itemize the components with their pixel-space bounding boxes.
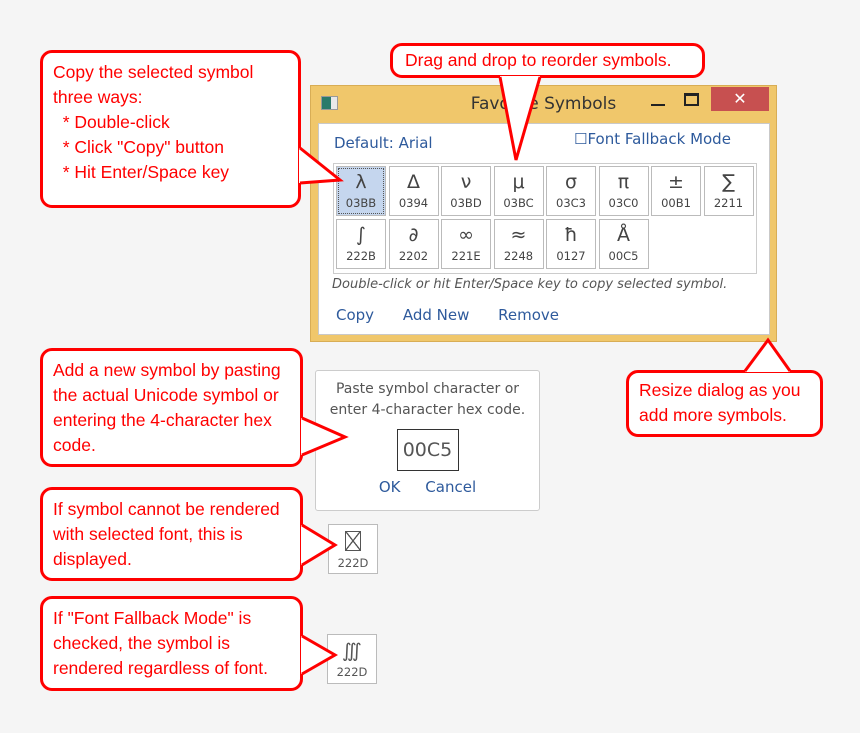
maximize-button[interactable] <box>684 93 699 106</box>
symbol-glyph: ∭ <box>341 640 363 662</box>
symbol-glyph: Å <box>617 224 630 246</box>
symbol-code: 0394 <box>398 196 429 210</box>
symbol-code: 0127 <box>556 249 586 263</box>
symbol-code: 2248 <box>503 249 534 263</box>
symbol-glyph: σ <box>564 171 578 193</box>
copy-button[interactable]: Copy <box>336 306 374 324</box>
symbol-code: 221E <box>451 249 481 263</box>
symbol-glyph: ∑ <box>722 171 735 193</box>
symbol-cell[interactable]: ν 03BD <box>441 166 491 216</box>
default-font-label: Default: Arial <box>334 134 433 152</box>
symbol-code: 00B1 <box>661 196 691 210</box>
symbol-code: 03BD <box>450 196 482 210</box>
symbol-cell[interactable]: π 03C0 <box>598 166 649 216</box>
symbol-glyph: μ <box>512 171 525 193</box>
cancel-button[interactable]: Cancel <box>425 478 476 496</box>
symbol-cell[interactable]: μ 03BC <box>493 166 544 216</box>
missing-glyph-icon <box>345 531 361 551</box>
callout-copy: Copy the selected symbol three ways: * D… <box>40 50 301 208</box>
minimize-button[interactable] <box>651 104 665 106</box>
symbol-cell[interactable]: ∑ 2211 <box>703 166 754 216</box>
symbol-code: 03C3 <box>556 196 586 210</box>
symbol-cell[interactable]: λ 03BB <box>336 166 386 216</box>
symbol-cell[interactable]: ∫ 222B <box>336 219 386 269</box>
callout-fallback: If "Font Fallback Mode" is checked, the … <box>40 596 303 691</box>
dialog-title: Favorite Symbols <box>470 94 617 114</box>
symbol-glyph: λ <box>355 171 367 193</box>
symbol-cell[interactable]: Δ 0394 <box>388 166 439 216</box>
symbol-glyph: ± <box>668 171 684 193</box>
symbol-cell[interactable]: σ 03C3 <box>546 166 596 216</box>
fallback-glyph-example: ∭ 222D <box>327 634 377 684</box>
hint-text: Double-click or hit Enter/Space key to c… <box>332 277 728 292</box>
symbol-glyph: π <box>617 171 630 193</box>
symbol-cell[interactable]: ∂ 2202 <box>388 219 439 269</box>
callout-add: Add a new symbol by pasting the actual U… <box>40 348 303 467</box>
symbol-grid: λ 03BB Δ 0394 ν 03BD μ 03BC σ 03C3 π 03C0 ±00B1 ∑ 2211… <box>333 163 757 274</box>
symbol-glyph: ħ <box>564 224 578 246</box>
symbol-code: 2202 <box>398 249 429 263</box>
symbol-code: 2211 <box>713 196 744 210</box>
symbol-glyph: ∞ <box>458 224 474 246</box>
missing-glyph-example: 222D <box>328 524 378 574</box>
symbol-cell[interactable]: Å 00C5 <box>598 219 649 269</box>
add-symbol-popup: Paste symbol character or enter 4-charac… <box>315 370 540 511</box>
symbol-code: 00C5 <box>608 249 639 263</box>
symbol-code: 222D <box>336 665 368 679</box>
title-bar[interactable]: Favorite Symbols ✕ <box>311 86 776 122</box>
symbol-cell[interactable]: ≈2248 <box>493 219 544 269</box>
symbol-code: 222D <box>337 556 369 570</box>
symbol-code: 03BC <box>503 196 534 210</box>
callout-resize: Resize dialog as you add more symbols. <box>626 370 823 437</box>
callout-drag: Drag and drop to reorder symbols. <box>390 43 705 78</box>
callout-cannot-render: If symbol cannot be rendered with select… <box>40 487 303 581</box>
symbol-glyph: ∂ <box>408 224 419 246</box>
symbol-cell[interactable]: ħ 0127 <box>546 219 596 269</box>
symbol-code: 03BB <box>345 196 377 210</box>
dialog-content: Default: Arial ☐Font Fallback Mode λ 03BB… <box>318 123 770 335</box>
hex-code-input[interactable]: 00C5 <box>396 429 459 471</box>
symbol-cell[interactable]: ±00B1 <box>651 166 701 216</box>
symbol-glyph: ≈ <box>510 224 527 246</box>
symbol-glyph: ν <box>460 171 472 193</box>
symbol-code: 222B <box>346 249 376 263</box>
ok-button[interactable]: OK <box>379 478 401 496</box>
symbol-code: 03C0 <box>608 196 639 210</box>
paste-prompt: Paste symbol character or enter 4-charac… <box>329 381 526 418</box>
favorite-symbols-dialog: Favorite Symbols ✕ Default: Arial ☐Font … <box>310 85 777 342</box>
symbol-glyph: Δ <box>407 171 420 193</box>
add-new-button[interactable]: Add New <box>403 306 470 324</box>
close-button[interactable]: ✕ <box>711 87 769 111</box>
symbol-cell[interactable]: ∞ 221E <box>441 219 491 269</box>
symbol-glyph: ∫ <box>356 224 366 246</box>
remove-button[interactable]: Remove <box>498 306 559 324</box>
font-fallback-checkbox[interactable]: ☐Font Fallback Mode <box>574 130 731 148</box>
